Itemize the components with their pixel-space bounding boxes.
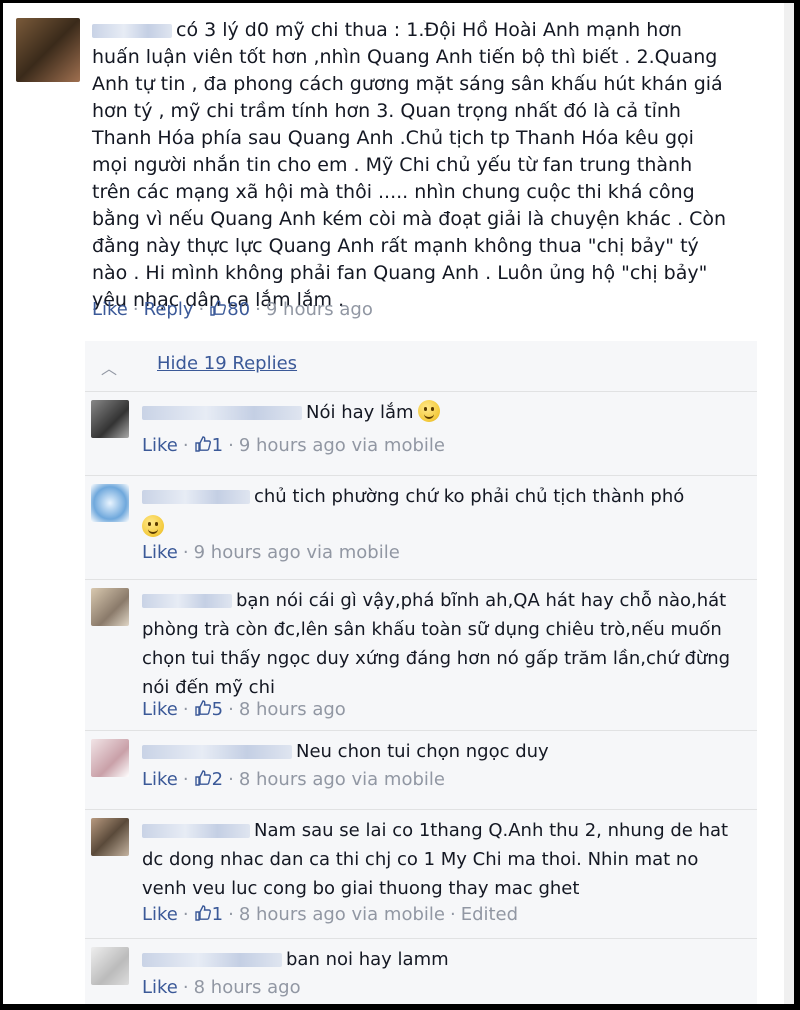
reply-body: bạn nói cái gì vậy,phá bĩnh ah,QA hát ha… bbox=[142, 586, 732, 702]
like-count[interactable]: 80 bbox=[227, 299, 250, 320]
like-button[interactable]: Like bbox=[142, 699, 178, 720]
hide-replies-link[interactable]: Hide 19 Replies bbox=[157, 353, 297, 374]
separator: · bbox=[182, 435, 189, 456]
reply-actions: Like · 2 · 8 hours ago via mobile bbox=[142, 769, 445, 792]
thumbs-up-icon[interactable] bbox=[194, 699, 212, 722]
like-button[interactable]: Like bbox=[142, 769, 178, 790]
reply-text: Neu chon tui chọn ngọc duy bbox=[296, 741, 549, 762]
timestamp[interactable]: 8 hours ago via mobile bbox=[239, 904, 445, 925]
reply-button[interactable]: Reply bbox=[144, 299, 194, 320]
reply-text: chủ tich phường chứ ko phải chủ tịch thà… bbox=[254, 486, 685, 507]
like-button[interactable]: Like bbox=[142, 542, 178, 563]
comment-text: có 3 lý d0 mỹ chi thua : 1.Đội Hồ Hoài A… bbox=[92, 19, 727, 311]
timestamp[interactable]: 9 hours ago via mobile bbox=[239, 435, 445, 456]
author-name[interactable] bbox=[92, 23, 172, 38]
separator: · bbox=[228, 769, 234, 790]
reply-actions: Like · 9 hours ago via mobile bbox=[142, 542, 400, 563]
comment-actions: Like · Reply · 80 · 9 hours ago bbox=[92, 299, 373, 322]
author-name[interactable] bbox=[142, 406, 302, 420]
replies-section: ︿ Hide 19 Replies Nói hay lắm Like · 1 · 9 h… bbox=[85, 341, 757, 1004]
hide-replies-row: ︿ Hide 19 Replies bbox=[85, 341, 757, 392]
avatar[interactable] bbox=[91, 947, 129, 985]
reply-item: ban noi hay lamm Like · 8 hours ago bbox=[85, 939, 757, 1004]
reply-item: Neu chon tui chọn ngọc duy Like · 2 · 8 hour… bbox=[85, 731, 757, 810]
thumbs-up-icon[interactable] bbox=[194, 435, 212, 458]
timestamp[interactable]: 9 hours ago via mobile bbox=[194, 542, 400, 563]
comment-body: có 3 lý d0 mỹ chi thua : 1.Đội Hồ Hoài A… bbox=[92, 17, 732, 314]
separator: · bbox=[198, 299, 205, 320]
reply-item: Nói hay lắm Like · 1 · 9 hours ago via mobil… bbox=[85, 392, 757, 476]
timestamp[interactable]: 9 hours ago bbox=[266, 299, 373, 320]
reply-body: Nói hay lắm bbox=[142, 398, 732, 427]
like-button[interactable]: Like bbox=[142, 435, 178, 456]
thumbs-up-icon[interactable] bbox=[194, 769, 212, 792]
reply-item: Nam sau se lai co 1thang Q.Anh thu 2, nh… bbox=[85, 810, 757, 939]
author-name[interactable] bbox=[142, 594, 232, 608]
smile-emoji-icon bbox=[417, 400, 440, 422]
like-count[interactable]: 1 bbox=[212, 435, 223, 456]
reply-actions: Like · 8 hours ago bbox=[142, 977, 301, 998]
author-name[interactable] bbox=[142, 824, 250, 838]
author-name[interactable] bbox=[142, 953, 282, 967]
separator: · bbox=[228, 435, 234, 456]
reply-body: chủ tich phường chứ ko phải chủ tịch thà… bbox=[142, 482, 732, 542]
reply-actions: Like · 1 · 9 hours ago via mobile bbox=[142, 435, 445, 458]
reply-body: Nam sau se lai co 1thang Q.Anh thu 2, nh… bbox=[142, 816, 732, 903]
reply-actions: Like · 5 · 8 hours ago bbox=[142, 699, 346, 722]
comment-thread: có 3 lý d0 mỹ chi thua : 1.Đội Hồ Hoài A… bbox=[3, 3, 794, 1004]
timestamp[interactable]: 8 hours ago bbox=[194, 977, 301, 998]
blush-emoji-icon bbox=[142, 515, 164, 537]
separator: · bbox=[228, 904, 234, 925]
separator: · bbox=[182, 904, 189, 925]
reply-text: Nói hay lắm bbox=[306, 402, 414, 423]
reply-item: chủ tich phường chứ ko phải chủ tịch thà… bbox=[85, 476, 757, 580]
like-count[interactable]: 1 bbox=[212, 904, 223, 925]
avatar[interactable] bbox=[16, 18, 80, 82]
author-name[interactable] bbox=[142, 490, 250, 504]
scrollbar[interactable] bbox=[784, 3, 794, 1004]
separator: · bbox=[182, 542, 189, 563]
separator: · bbox=[449, 904, 456, 925]
separator: · bbox=[182, 769, 189, 790]
avatar[interactable] bbox=[91, 588, 129, 626]
separator: · bbox=[228, 699, 234, 720]
separator: · bbox=[255, 299, 261, 320]
separator: · bbox=[182, 977, 189, 998]
avatar[interactable] bbox=[91, 484, 129, 522]
thumbs-up-icon[interactable] bbox=[209, 299, 227, 322]
reply-body: ban noi hay lamm bbox=[142, 945, 732, 974]
like-count[interactable]: 2 bbox=[212, 769, 223, 790]
thumbs-up-icon[interactable] bbox=[194, 904, 212, 927]
avatar[interactable] bbox=[91, 400, 129, 438]
avatar[interactable] bbox=[91, 739, 129, 777]
author-name[interactable] bbox=[142, 745, 292, 759]
edited-label[interactable]: Edited bbox=[461, 904, 518, 925]
chevron-up-icon[interactable]: ︿ bbox=[101, 355, 117, 379]
main-comment: có 3 lý d0 mỹ chi thua : 1.Đội Hồ Hoài A… bbox=[3, 3, 794, 343]
timestamp[interactable]: 8 hours ago bbox=[239, 699, 346, 720]
like-button[interactable]: Like bbox=[142, 904, 178, 925]
like-button[interactable]: Like bbox=[92, 299, 128, 320]
like-button[interactable]: Like bbox=[142, 977, 178, 998]
avatar[interactable] bbox=[91, 818, 129, 856]
timestamp[interactable]: 8 hours ago via mobile bbox=[239, 769, 445, 790]
reply-text: ban noi hay lamm bbox=[286, 949, 449, 970]
separator: · bbox=[182, 699, 189, 720]
reply-body: Neu chon tui chọn ngọc duy bbox=[142, 737, 732, 766]
separator: · bbox=[132, 299, 139, 320]
reply-actions: Like · 1 · 8 hours ago via mobile · Edited bbox=[142, 904, 518, 927]
reply-item: bạn nói cái gì vậy,phá bĩnh ah,QA hát ha… bbox=[85, 580, 757, 731]
like-count[interactable]: 5 bbox=[212, 699, 223, 720]
